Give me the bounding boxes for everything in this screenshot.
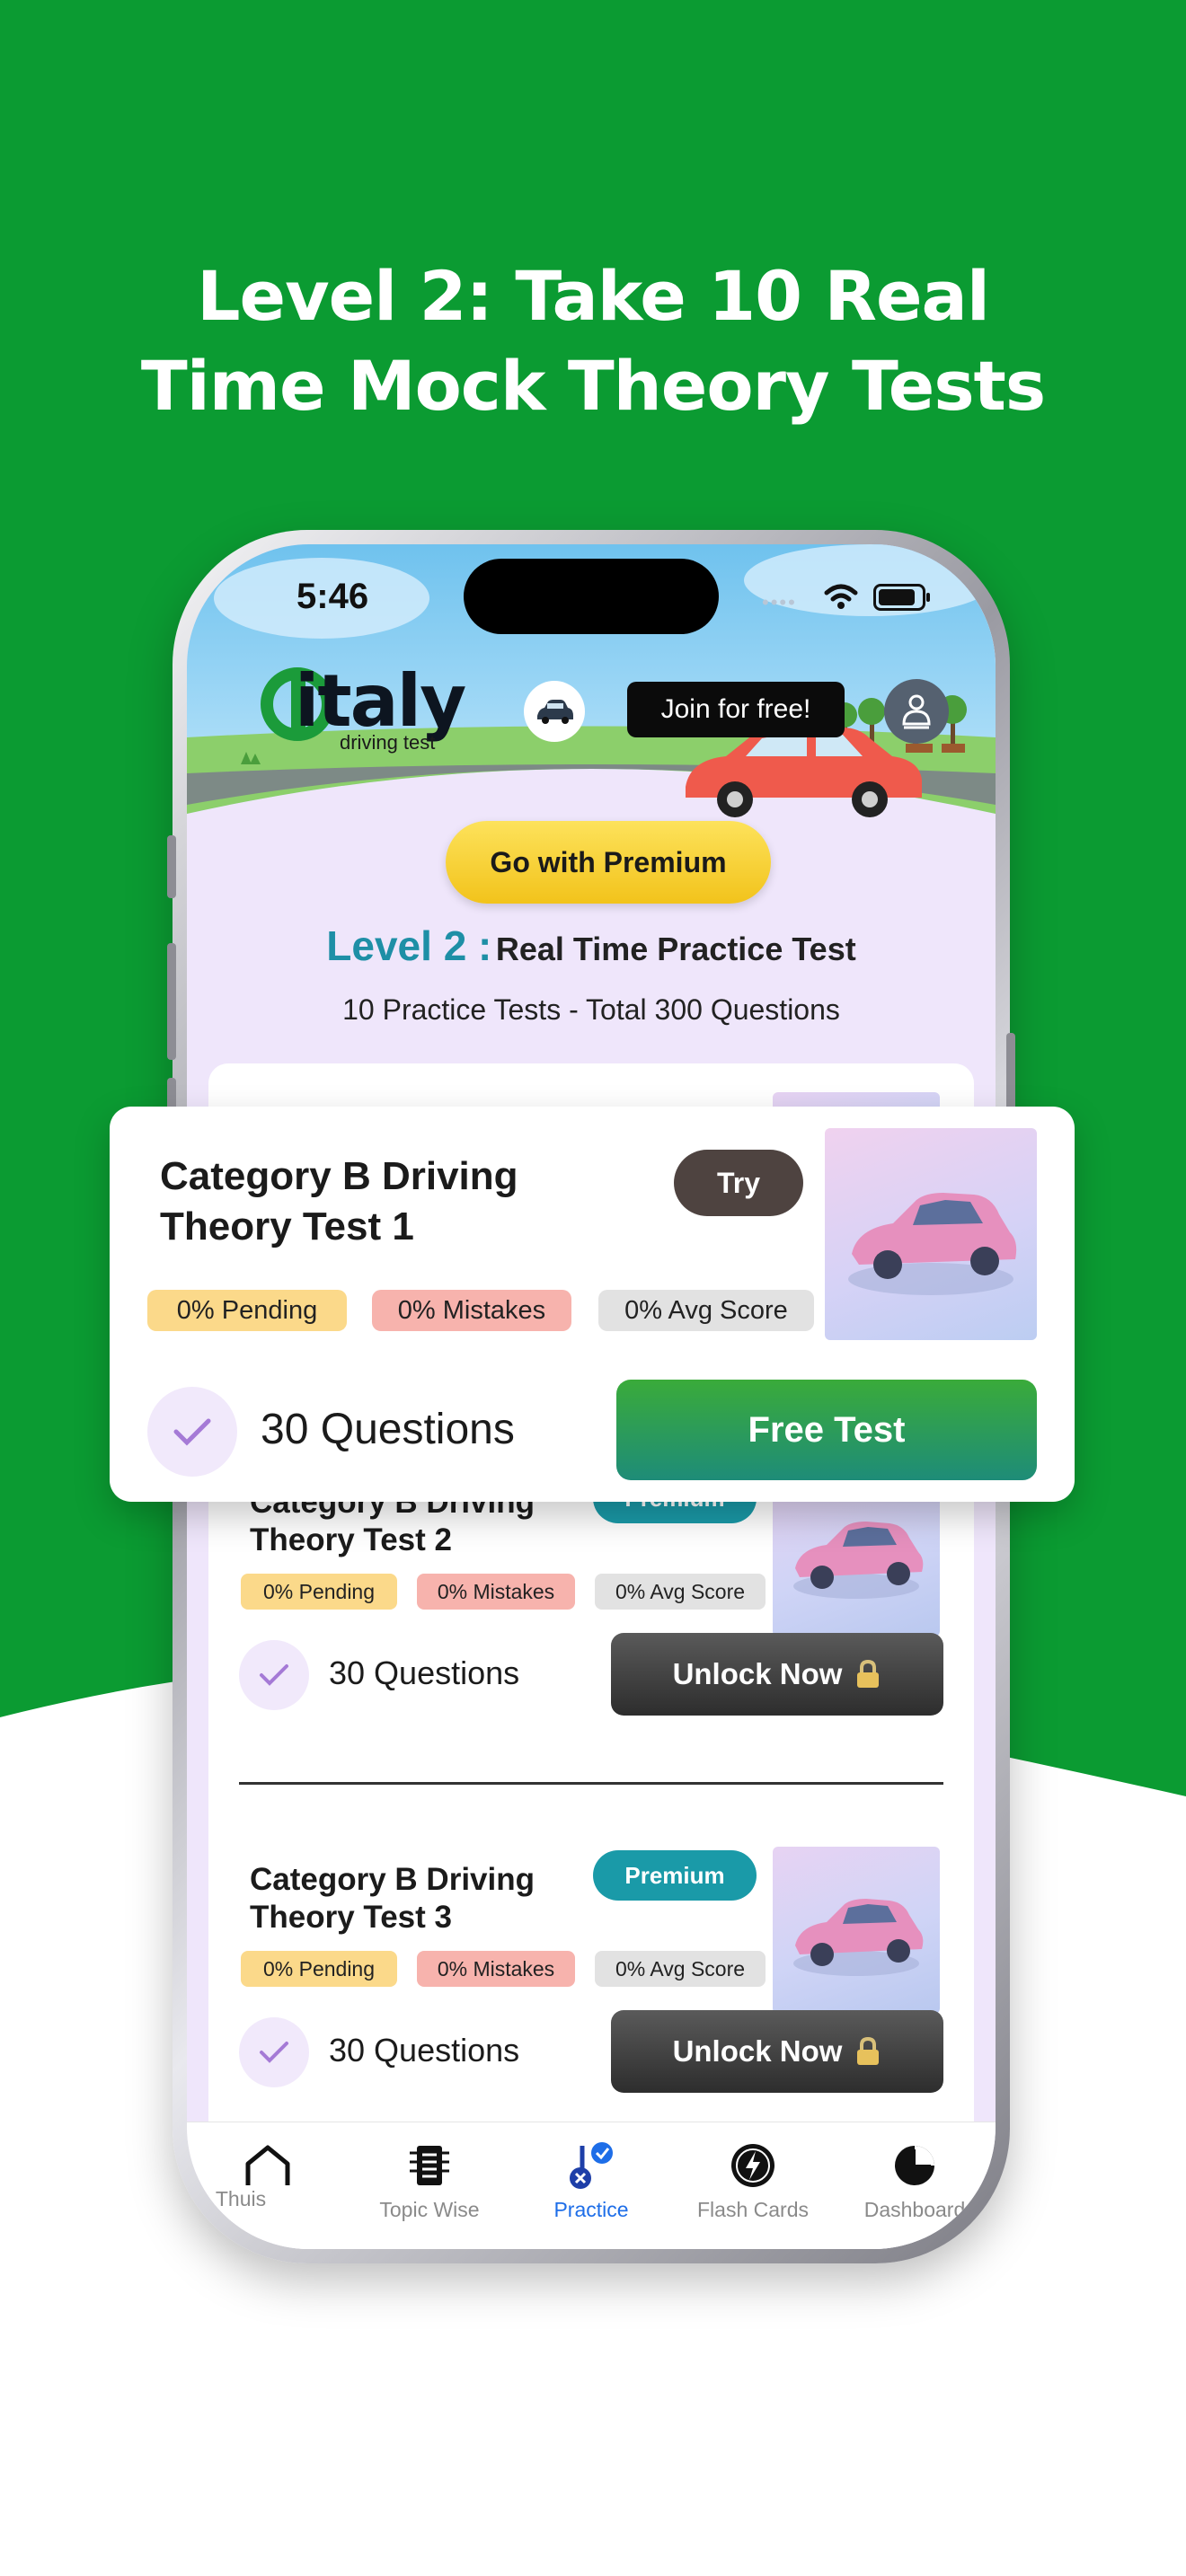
car-icon[interactable] — [524, 681, 585, 742]
book-icon — [410, 2146, 449, 2185]
avg-score-badge: 0% Avg Score — [595, 1574, 766, 1610]
test-title: Category B Driving Theory Test 3 — [250, 1861, 535, 1936]
featured-test-card[interactable]: Category B Driving Theory Test 1 Try 0% … — [110, 1107, 1075, 1502]
phone-volume-up — [167, 943, 176, 1060]
app-logo-subtitle: driving test — [340, 731, 436, 754]
featured-title-line-2: Theory Test 1 — [160, 1204, 414, 1248]
bottom-tab-bar: Thuis Topic Wise Practice Flash Cards Da… — [187, 2122, 996, 2249]
car-thumbnail — [825, 1128, 1037, 1340]
unlock-now-button[interactable]: Unlock Now — [611, 1633, 943, 1716]
go-with-premium-button[interactable]: Go with Premium — [446, 821, 771, 904]
tab-label: Flash Cards — [697, 2198, 809, 2221]
join-for-free-button[interactable]: Join for free! — [627, 682, 845, 737]
dynamic-island — [464, 559, 719, 634]
level-title: Level 2 : Real Time Practice Test — [187, 922, 996, 970]
try-button[interactable]: Try — [674, 1150, 803, 1216]
battery-icon — [873, 584, 930, 611]
level-subtitle: 10 Practice Tests - Total 300 Questions — [342, 993, 840, 1026]
tab-label: Topic Wise — [379, 2198, 480, 2221]
unlock-label: Unlock Now — [672, 2034, 843, 2068]
home-icon — [245, 2145, 290, 2185]
check-icon — [239, 2017, 309, 2087]
unlock-label: Unlock Now — [672, 1657, 843, 1690]
tab-label: Dashboard — [863, 2198, 966, 2221]
question-count: 30 Questions — [329, 2032, 520, 2069]
mistakes-badge: 0% Mistakes — [417, 1951, 575, 1987]
question-count: 30 Questions — [329, 1654, 520, 1691]
practice-icon — [570, 2142, 613, 2189]
unlock-now-button[interactable]: Unlock Now — [611, 2010, 943, 2093]
tab-label: Thuis — [215, 2187, 267, 2210]
tab-flash-cards[interactable]: Flash Cards — [672, 2122, 834, 2239]
tab-label: Practice — [553, 2198, 629, 2221]
test-title-line-2: Theory Test 2 — [250, 1522, 452, 1557]
pending-badge: 0% Pending — [147, 1290, 347, 1331]
phone-side-button — [167, 835, 176, 898]
tab-practice[interactable]: Practice — [510, 2122, 672, 2239]
headline-line-1: Level 2: Take 10 Real — [197, 256, 990, 336]
tab-dashboard[interactable]: Dashboard — [834, 2122, 996, 2239]
tab-thuis[interactable]: Thuis — [187, 2122, 349, 2239]
pending-badge: 0% Pending — [241, 1574, 397, 1610]
lock-icon — [857, 2036, 880, 2065]
featured-test-title: Category B Driving Theory Test 1 — [160, 1151, 518, 1252]
status-time: 5:46 — [296, 577, 369, 616]
free-test-button[interactable]: Free Test — [616, 1380, 1037, 1480]
pie-chart-icon — [895, 2146, 934, 2185]
test-title-line-1: Category B Driving — [250, 1862, 535, 1897]
tab-topic-wise[interactable]: Topic Wise — [349, 2122, 510, 2239]
pending-badge: 0% Pending — [241, 1951, 397, 1987]
level-prefix: Level 2 : — [326, 922, 492, 969]
test-title-line-2: Theory Test 3 — [250, 1900, 452, 1935]
headline-line-2: Time Mock Theory Tests — [140, 346, 1046, 426]
check-icon — [147, 1387, 237, 1477]
headline: Level 2: Take 10 Real Time Mock Theory T… — [0, 251, 1186, 431]
question-count: 30 Questions — [261, 1406, 515, 1453]
user-icon — [902, 694, 931, 729]
flash-icon — [731, 2144, 774, 2187]
signal-icon: •••• — [762, 591, 797, 613]
mistakes-badge: 0% Mistakes — [372, 1290, 571, 1331]
level-name: Real Time Practice Test — [495, 931, 856, 967]
mistakes-badge: 0% Mistakes — [417, 1574, 575, 1610]
divider — [239, 1782, 943, 1785]
avg-score-badge: 0% Avg Score — [595, 1951, 766, 1987]
wifi-icon — [824, 584, 858, 609]
avg-score-badge: 0% Avg Score — [598, 1290, 814, 1331]
premium-badge[interactable]: Premium — [593, 1850, 757, 1901]
check-icon — [239, 1640, 309, 1710]
lock-icon — [857, 1659, 880, 1688]
car-thumbnail — [773, 1847, 940, 2014]
featured-title-line-1: Category B Driving — [160, 1154, 518, 1198]
profile-button[interactable] — [884, 679, 949, 744]
